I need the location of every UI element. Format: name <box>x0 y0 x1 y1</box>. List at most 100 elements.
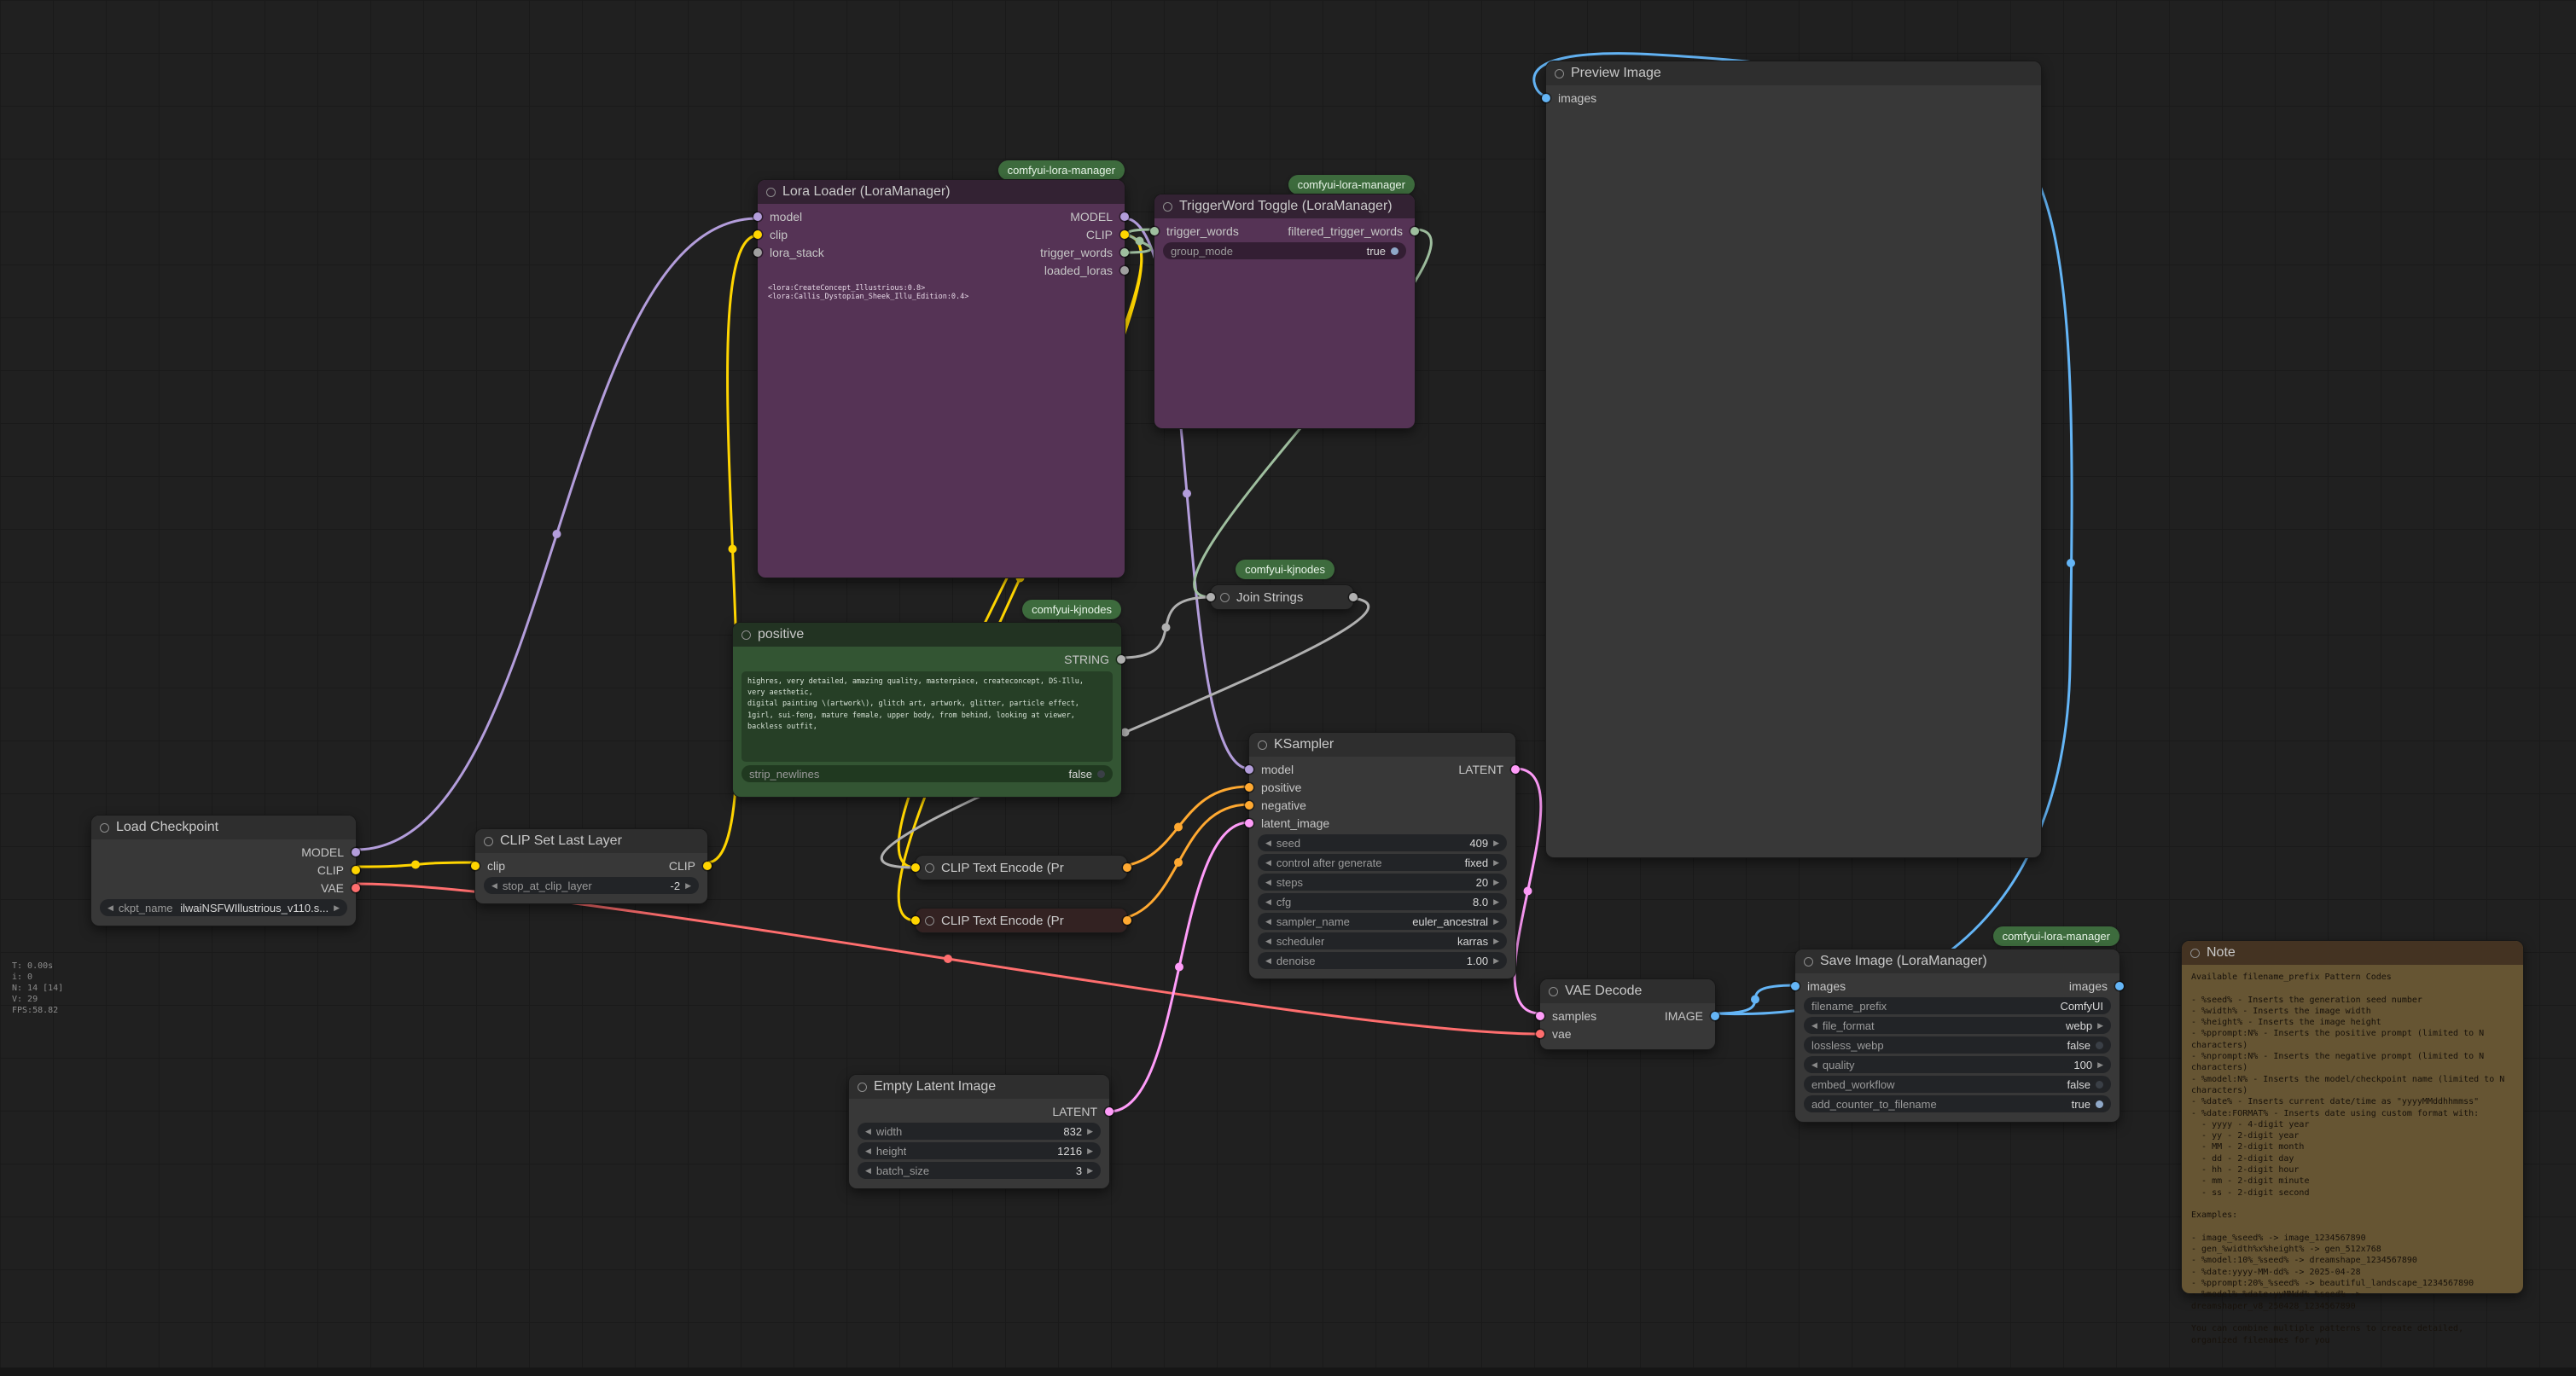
node-positive-prompt[interactable]: positive STRING highres, very detailed, … <box>733 623 1121 797</box>
widget-sampler-name[interactable]: ◀ sampler_name euler_ancestral ▶ <box>1258 913 1507 930</box>
widget-scheduler[interactable]: ◀ scheduler karras ▶ <box>1258 932 1507 949</box>
prompt-textarea[interactable]: highres, very detailed, amazing quality,… <box>741 671 1113 762</box>
decrement-arrow-icon[interactable]: ◀ <box>1265 897 1271 907</box>
widget-ckpt-name[interactable]: ◀ ckpt_name ilwaiNSFWIllustrious_v110.s.… <box>100 899 347 916</box>
workflow-canvas[interactable]: T: 0.00s i: 0 N: 14 [14] V: 29 FPS:58.82… <box>0 0 2576 1376</box>
decrement-arrow-icon[interactable]: ◀ <box>491 881 497 891</box>
slot-latent-output[interactable] <box>1105 1107 1114 1116</box>
slot-vae-input[interactable] <box>1536 1030 1544 1038</box>
combo-left-arrow-icon[interactable]: ◀ <box>1265 937 1271 946</box>
slot-clip-input[interactable] <box>753 230 762 239</box>
widget-file-format[interactable]: ◀ file_format webp ▶ <box>1804 1017 2111 1034</box>
slot-clip-input[interactable] <box>911 916 920 925</box>
node-ksampler[interactable]: KSampler model LATENT positive negative … <box>1249 733 1515 978</box>
slot-clip-input[interactable] <box>471 862 480 870</box>
combo-left-arrow-icon[interactable]: ◀ <box>1811 1021 1817 1031</box>
node-title-bar[interactable]: Lora Loader (LoraManager) <box>758 180 1125 204</box>
node-title-bar[interactable]: Note <box>2182 941 2523 965</box>
slot-latent-image-input[interactable] <box>1245 819 1253 827</box>
slot-clip-output[interactable] <box>703 862 712 870</box>
decrement-arrow-icon[interactable]: ◀ <box>865 1147 871 1156</box>
widget-denoise[interactable]: ◀ denoise 1.00 ▶ <box>1258 952 1507 969</box>
slot-clip-output[interactable] <box>1120 230 1129 239</box>
slot-model-input[interactable] <box>753 212 762 221</box>
node-preview-image[interactable]: Preview Image images <box>1546 61 2041 857</box>
slot-model-input[interactable] <box>1245 765 1253 774</box>
widget-control-after-generate[interactable]: ◀ control after generate fixed ▶ <box>1258 854 1507 871</box>
slot-latent-output[interactable] <box>1511 765 1520 774</box>
combo-left-arrow-icon[interactable]: ◀ <box>108 903 113 913</box>
slot-model-output[interactable] <box>1120 212 1129 221</box>
widget-width[interactable]: ◀ width 832 ▶ <box>858 1123 1101 1140</box>
slot-images-input[interactable] <box>1542 94 1550 102</box>
collapse-icon[interactable] <box>766 188 776 197</box>
node-clip-text-encode-negative[interactable]: CLIP Text Encode (Pr <box>916 909 1127 932</box>
node-load-checkpoint[interactable]: Load Checkpoint MODEL CLIP VAE ◀ ckpt_na… <box>91 816 356 926</box>
decrement-arrow-icon[interactable]: ◀ <box>1265 878 1271 887</box>
decrement-arrow-icon[interactable]: ◀ <box>1265 956 1271 966</box>
widget-cfg[interactable]: ◀ cfg 8.0 ▶ <box>1258 893 1507 910</box>
slot-model-output[interactable] <box>352 848 360 856</box>
widget-batch-size[interactable]: ◀ batch_size 3 ▶ <box>858 1162 1101 1179</box>
slot-conditioning-output[interactable] <box>1123 916 1131 925</box>
combo-left-arrow-icon[interactable]: ◀ <box>1265 917 1271 926</box>
node-title-bar[interactable]: Preview Image <box>1546 61 2041 85</box>
collapse-icon[interactable] <box>1804 957 1813 967</box>
collapse-icon[interactable] <box>100 823 109 833</box>
node-title-bar[interactable]: positive <box>733 623 1121 647</box>
slot-trigger-words-input[interactable] <box>1150 227 1159 235</box>
widget-strip-newlines[interactable]: strip_newlines false <box>741 765 1113 782</box>
slot-string-output[interactable] <box>1349 593 1358 601</box>
node-triggerword-toggle[interactable]: TriggerWord Toggle (LoraManager) trigger… <box>1154 194 1415 428</box>
collapse-icon[interactable] <box>1258 740 1267 750</box>
increment-arrow-icon[interactable]: ▶ <box>1087 1127 1093 1136</box>
note-text[interactable]: Available filename_prefix Pattern Codes … <box>2182 965 2523 1353</box>
collapse-icon[interactable] <box>484 837 493 846</box>
widget-steps[interactable]: ◀ steps 20 ▶ <box>1258 874 1507 891</box>
node-clip-set-last-layer[interactable]: CLIP Set Last Layer clip CLIP ◀ stop_at_… <box>475 829 707 903</box>
decrement-arrow-icon[interactable]: ◀ <box>865 1127 871 1136</box>
node-join-strings[interactable]: Join Strings <box>1211 585 1353 609</box>
slot-trigger-words-output[interactable] <box>1120 248 1129 257</box>
slot-conditioning-output[interactable] <box>1123 863 1131 872</box>
combo-right-arrow-icon[interactable]: ▶ <box>2097 1021 2103 1031</box>
slot-image-output[interactable] <box>1711 1012 1719 1020</box>
increment-arrow-icon[interactable]: ▶ <box>1493 839 1499 848</box>
widget-group-mode[interactable]: group_mode true <box>1163 242 1406 259</box>
widget-lossless-webp[interactable]: lossless_webp false <box>1804 1036 2111 1054</box>
slot-loaded-loras-output[interactable] <box>1120 266 1129 275</box>
slot-clip-input[interactable] <box>911 863 920 872</box>
collapse-icon[interactable] <box>2190 949 2200 958</box>
collapse-icon[interactable] <box>741 630 751 640</box>
slot-lora-stack-input[interactable] <box>753 248 762 257</box>
node-save-image[interactable]: Save Image (LoraManager) images images f… <box>1795 949 2120 1122</box>
slot-images-input[interactable] <box>1791 982 1800 990</box>
widget-quality[interactable]: ◀ quality 100 ▶ <box>1804 1056 2111 1073</box>
lora-syntax-text[interactable]: <lora:CreateConcept_Illustrious:0.8> <lo… <box>768 284 1114 301</box>
collapse-icon[interactable] <box>1220 593 1230 602</box>
node-clip-text-encode-positive[interactable]: CLIP Text Encode (Pr <box>916 856 1127 880</box>
node-title-bar[interactable]: CLIP Set Last Layer <box>475 829 707 853</box>
widget-add-counter-to-filename[interactable]: add_counter_to_filename true <box>1804 1095 2111 1112</box>
node-title-bar[interactable]: KSampler <box>1249 733 1515 757</box>
widget-filename-prefix[interactable]: filename_prefix ComfyUI <box>1804 997 2111 1014</box>
decrement-arrow-icon[interactable]: ◀ <box>1811 1060 1817 1070</box>
collapse-icon[interactable] <box>1549 987 1558 996</box>
increment-arrow-icon[interactable]: ▶ <box>1493 897 1499 907</box>
collapse-icon[interactable] <box>925 863 934 873</box>
combo-left-arrow-icon[interactable]: ◀ <box>1265 858 1271 868</box>
collapse-icon[interactable] <box>1555 69 1564 78</box>
combo-right-arrow-icon[interactable]: ▶ <box>1493 917 1499 926</box>
node-title-bar[interactable]: Save Image (LoraManager) <box>1795 949 2120 973</box>
slot-string-output[interactable] <box>1117 655 1125 664</box>
increment-arrow-icon[interactable]: ▶ <box>1087 1147 1093 1156</box>
node-empty-latent-image[interactable]: Empty Latent Image LATENT ◀ width 832 ▶ … <box>849 1075 1109 1188</box>
decrement-arrow-icon[interactable]: ◀ <box>1265 839 1271 848</box>
slot-clip-output[interactable] <box>352 866 360 874</box>
slot-samples-input[interactable] <box>1536 1012 1544 1020</box>
increment-arrow-icon[interactable]: ▶ <box>1087 1166 1093 1176</box>
widget-seed[interactable]: ◀ seed 409 ▶ <box>1258 834 1507 851</box>
node-title-bar[interactable]: Load Checkpoint <box>91 816 356 839</box>
node-vae-decode[interactable]: VAE Decode samples IMAGE vae <box>1540 979 1715 1049</box>
node-title-bar[interactable]: VAE Decode <box>1540 979 1715 1003</box>
